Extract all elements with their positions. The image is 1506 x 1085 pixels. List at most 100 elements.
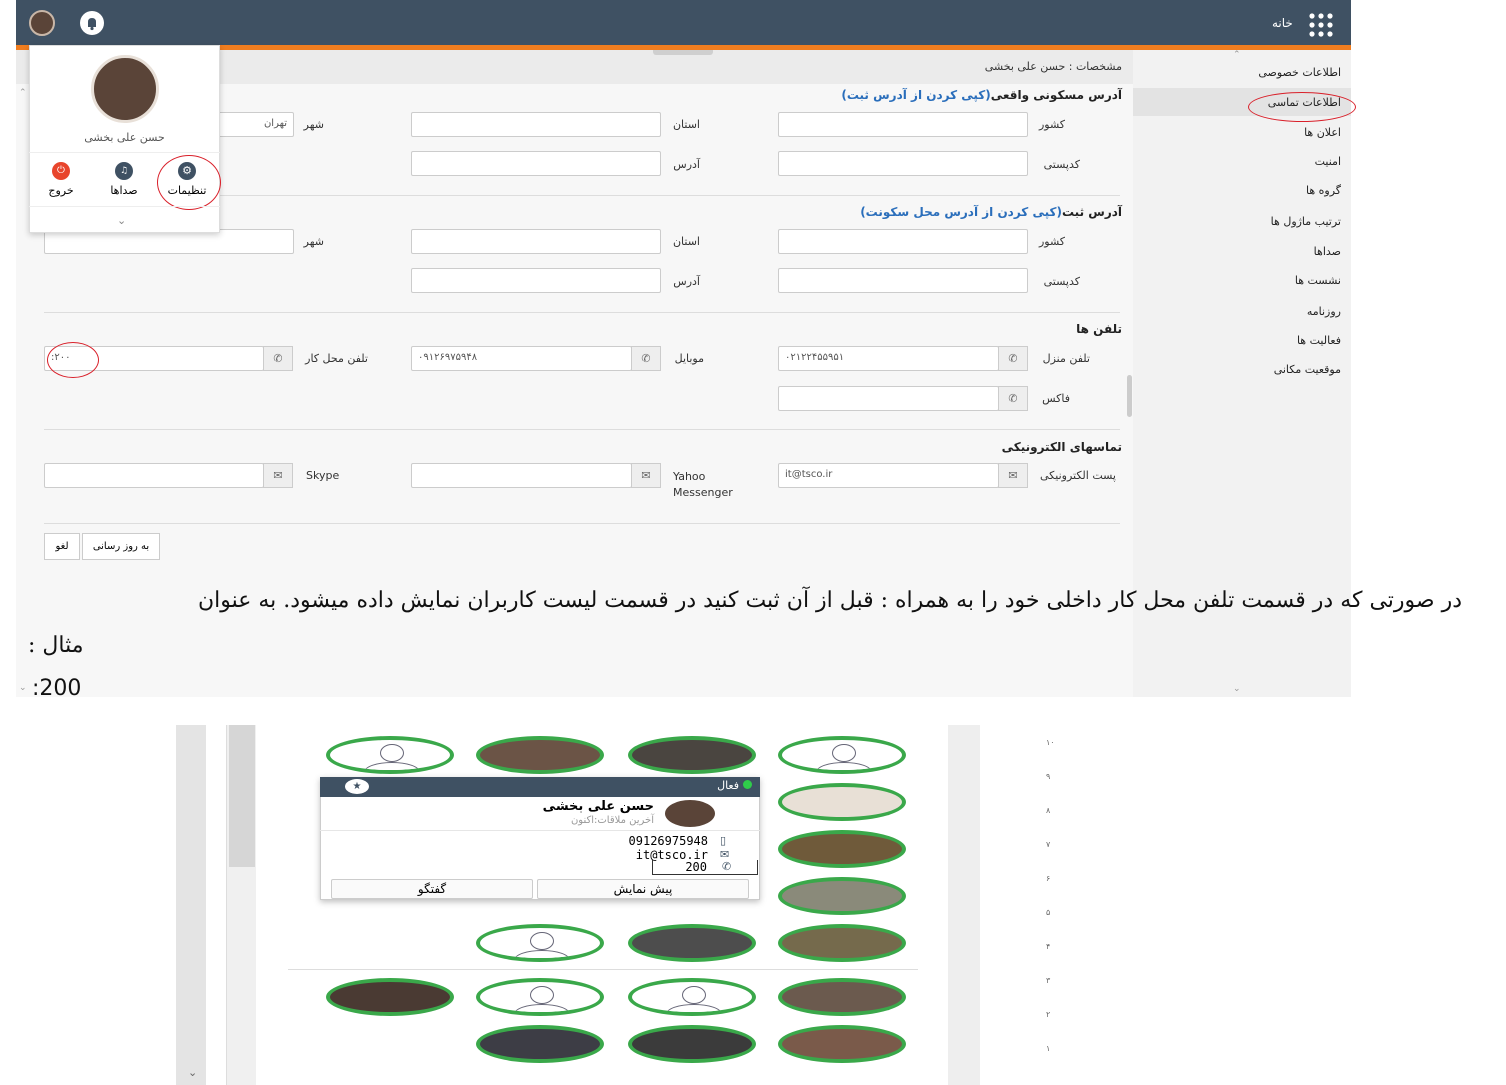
caption-line-3: :200 bbox=[32, 676, 82, 701]
skype-label: Skype bbox=[306, 469, 340, 482]
sidebar-item-activities[interactable]: فعالیت ها bbox=[1297, 334, 1341, 347]
residential-country-label: کشور bbox=[1038, 118, 1065, 131]
preview-button[interactable]: پیش نمایش bbox=[537, 879, 749, 899]
scale-tick: ۹ bbox=[1046, 772, 1051, 781]
scale-tick: ۶ bbox=[1046, 874, 1051, 883]
envelope-icon: ✉ bbox=[263, 463, 293, 488]
users-panel-scroll-thumb[interactable] bbox=[226, 725, 256, 1085]
residential-city-input[interactable]: تهران bbox=[215, 112, 294, 137]
star-icon[interactable]: ★ bbox=[345, 779, 369, 794]
bell-icon[interactable] bbox=[80, 11, 104, 35]
registered-country-label: کشور bbox=[1038, 235, 1065, 248]
residential-country-input[interactable] bbox=[778, 112, 1028, 137]
registered-heading: آدرس ثبت(کپی کردن از آدرس محل سکونت) bbox=[860, 205, 1122, 219]
email-input[interactable]: it@tsco.ir bbox=[778, 463, 999, 488]
user-avatar-ring[interactable] bbox=[628, 1025, 756, 1063]
phone-icon: ✆ bbox=[998, 346, 1028, 371]
profile-name: حسن علی بخشی bbox=[84, 131, 165, 144]
registered-province-label: استان bbox=[672, 235, 700, 248]
users-panel-right-bar bbox=[948, 725, 980, 1085]
user-card-last-seen: آخرین ملاقات:اکنون bbox=[570, 815, 654, 826]
registered-postal-label: کدپستی bbox=[1043, 275, 1080, 288]
residential-postal-input[interactable] bbox=[778, 151, 1028, 176]
chat-button[interactable]: گفتگو bbox=[331, 879, 533, 899]
user-avatar[interactable] bbox=[29, 10, 55, 36]
residential-province-input[interactable] bbox=[411, 112, 661, 137]
envelope-icon: ✉ bbox=[998, 463, 1028, 488]
user-avatar-ring[interactable] bbox=[476, 924, 604, 962]
registered-country-input[interactable] bbox=[778, 229, 1028, 254]
chevron-down-icon[interactable]: ⌄ bbox=[117, 214, 126, 227]
update-button[interactable]: به روز رسانی bbox=[82, 533, 160, 560]
profile-popup-divider bbox=[29, 206, 220, 207]
home-phone-input[interactable]: ۰۲۱۲۲۴۵۵۹۵۱ bbox=[778, 346, 999, 371]
user-avatar-ring[interactable] bbox=[778, 978, 906, 1016]
user-avatar-ring[interactable] bbox=[628, 978, 756, 1016]
mobile-icon: ▯ bbox=[720, 834, 727, 847]
sidebar-scroll-down-icon[interactable]: ⌄ bbox=[1233, 684, 1241, 694]
user-avatar-ring[interactable] bbox=[778, 783, 906, 821]
scale-tick: ۱۰ bbox=[1046, 738, 1055, 747]
sidebar-item-security[interactable]: امنیت bbox=[1315, 155, 1341, 168]
scale-tick: ۱ bbox=[1046, 1044, 1051, 1053]
user-card-avatar bbox=[665, 800, 715, 827]
residential-province-label: استان bbox=[672, 118, 700, 131]
sidebar-item-sessions[interactable]: نشست ها bbox=[1295, 274, 1341, 287]
registered-address-label: آدرس bbox=[673, 275, 700, 288]
profile-photo bbox=[91, 55, 159, 123]
email-label: پست الکترونیکی bbox=[1040, 469, 1116, 482]
user-avatar-ring[interactable] bbox=[778, 877, 906, 915]
left-scroll-arrow[interactable]: ⌃ bbox=[19, 88, 27, 98]
sounds-button[interactable]: صداها bbox=[102, 184, 146, 197]
residential-city-label: شهر bbox=[303, 118, 324, 131]
user-avatar-ring[interactable] bbox=[778, 736, 906, 774]
sidebar-scroll-up-icon[interactable]: ⌃ bbox=[1233, 50, 1241, 60]
user-avatar-ring[interactable] bbox=[778, 830, 906, 868]
scale-tick: ۲ bbox=[1046, 1010, 1051, 1019]
users-panel-scroll-track bbox=[176, 725, 206, 1085]
status-dot bbox=[743, 780, 752, 789]
user-avatar-ring[interactable] bbox=[778, 924, 906, 962]
sidebar-item-sounds[interactable]: صداها bbox=[1314, 245, 1341, 258]
envelope-icon: ✉ bbox=[631, 463, 661, 488]
user-avatar-ring[interactable] bbox=[628, 736, 756, 774]
speaker-icon[interactable]: ♫ bbox=[115, 162, 133, 180]
user-avatar-ring[interactable] bbox=[326, 978, 454, 1016]
residential-address-input[interactable] bbox=[411, 151, 661, 176]
user-avatar-ring[interactable] bbox=[476, 736, 604, 774]
sidebar-item-groups[interactable]: گروه ها bbox=[1306, 184, 1341, 197]
fax-input[interactable] bbox=[778, 386, 999, 411]
logout-button[interactable]: خروج bbox=[40, 184, 82, 197]
residential-heading: آدرس مسکونی واقعی(کپی کردن از آدرس ثبت) bbox=[841, 88, 1122, 102]
copy-from-residential-link[interactable]: (کپی کردن از آدرس محل سکونت) bbox=[860, 205, 1062, 219]
registered-city-label: شهر bbox=[303, 235, 324, 248]
user-avatar-ring[interactable] bbox=[476, 1025, 604, 1063]
sidebar-item-module-order[interactable]: ترتیب ماژول ها bbox=[1271, 215, 1341, 228]
user-avatar-ring[interactable] bbox=[778, 1025, 906, 1063]
user-avatar-ring[interactable] bbox=[476, 978, 604, 1016]
user-avatar-ring[interactable] bbox=[326, 736, 454, 774]
sidebar-item-notifications[interactable]: اعلان ها bbox=[1304, 126, 1341, 139]
mobile-input[interactable]: ۰۹۱۲۶۹۷۵۹۴۸ bbox=[411, 346, 632, 371]
cancel-button[interactable]: لغو bbox=[44, 533, 80, 560]
registered-postal-input[interactable] bbox=[778, 268, 1028, 293]
home-link[interactable]: خانه bbox=[1272, 16, 1293, 30]
sidebar-item-private-info[interactable]: اطلاعات خصوصی bbox=[1258, 66, 1341, 79]
apps-grid-icon[interactable] bbox=[1308, 12, 1334, 38]
left-scroll-arrow-down[interactable]: ⌄ bbox=[19, 683, 27, 693]
yahoo-input[interactable] bbox=[411, 463, 632, 488]
main-scrollbar[interactable] bbox=[1127, 375, 1132, 417]
sidebar-item-journal[interactable]: روزنامه bbox=[1307, 305, 1341, 318]
user-avatar-ring[interactable] bbox=[628, 924, 756, 962]
skype-input[interactable] bbox=[44, 463, 264, 488]
annotation-oval-settings bbox=[157, 155, 221, 210]
copy-from-registered-link[interactable]: (کپی کردن از آدرس ثبت) bbox=[841, 88, 990, 102]
mobile-label: موبایل bbox=[674, 352, 704, 365]
power-icon[interactable]: ⏻ bbox=[52, 162, 70, 180]
registered-province-input[interactable] bbox=[411, 229, 661, 254]
top-navbar bbox=[16, 0, 1351, 45]
sidebar-item-location[interactable]: موقعیت مکانی bbox=[1274, 363, 1341, 376]
registered-address-input[interactable] bbox=[411, 268, 661, 293]
user-card-extension: 200 bbox=[685, 860, 707, 874]
chevron-down-icon[interactable]: ⌄ bbox=[188, 1066, 197, 1079]
